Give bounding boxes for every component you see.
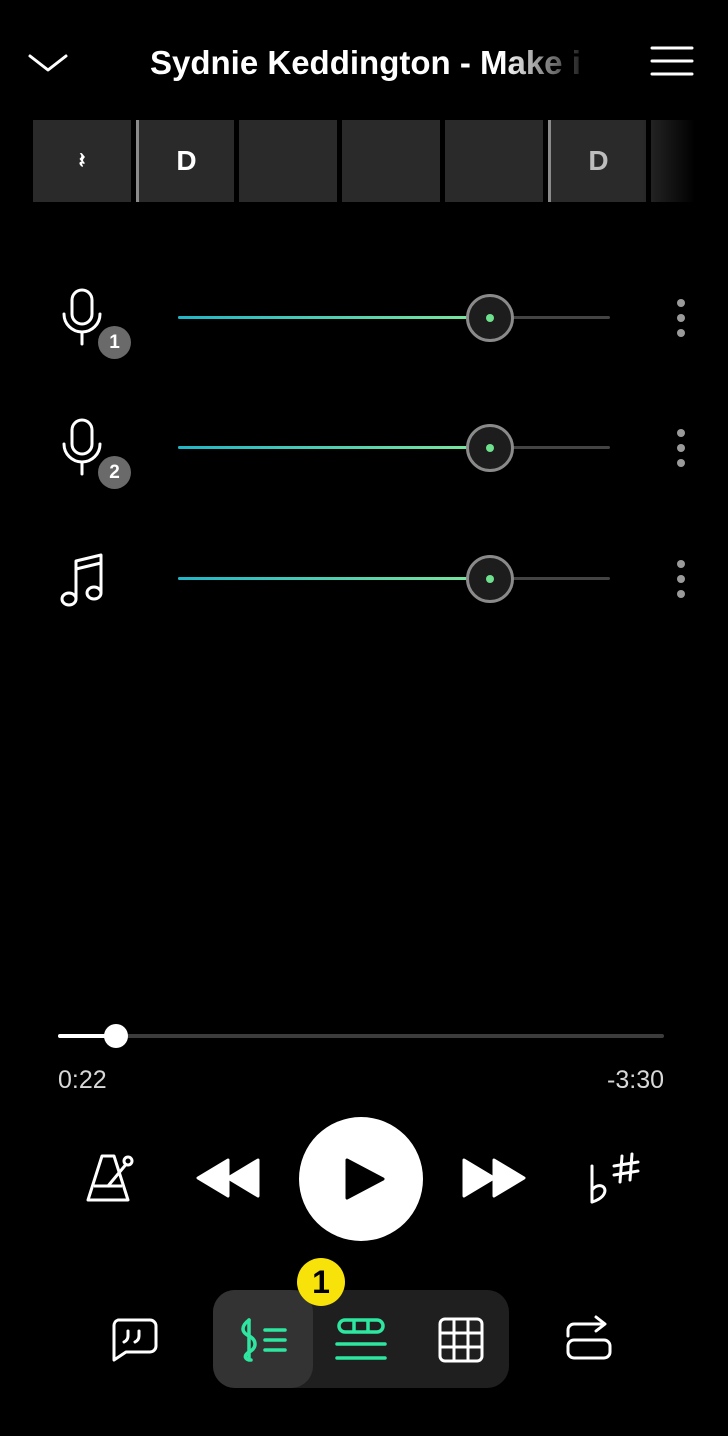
hamburger-menu-icon — [650, 46, 694, 76]
volume-slider-vocal-2[interactable] — [178, 423, 610, 473]
track-icon-music — [56, 547, 110, 611]
track-number-badge: 2 — [98, 456, 131, 489]
flat-sharp-icon — [590, 1152, 640, 1204]
slider-fill — [178, 577, 490, 580]
view-mode-selector — [213, 1290, 509, 1388]
chord-cell[interactable] — [651, 120, 695, 202]
rewind-button[interactable] — [196, 1156, 260, 1200]
metronome-button[interactable] — [84, 1152, 136, 1204]
track-options-button[interactable] — [666, 426, 696, 470]
chord-cell[interactable]: D — [136, 120, 234, 202]
song-title: Sydnie Keddington - Make it to Me — [150, 44, 580, 81]
chord-cell[interactable] — [239, 120, 337, 202]
grid-view-icon — [438, 1317, 484, 1363]
track-options-button[interactable] — [666, 296, 696, 340]
play-button[interactable] — [299, 1117, 423, 1241]
more-vertical-icon — [677, 299, 685, 337]
play-icon — [345, 1158, 385, 1200]
track-number-badge: 1 — [98, 326, 131, 359]
chord-strip[interactable]: 𝄽 D D — [33, 120, 695, 202]
metronome-icon — [86, 1154, 134, 1202]
slider-knob[interactable] — [466, 555, 515, 603]
fast-forward-icon — [462, 1158, 526, 1198]
more-vertical-icon — [677, 429, 685, 467]
rewind-icon — [196, 1158, 260, 1198]
tutorial-callout-badge: 1 — [297, 1258, 345, 1306]
bars-view-icon — [335, 1318, 387, 1360]
view-bars-button[interactable] — [333, 1316, 389, 1364]
elapsed-time: 0:22 — [58, 1066, 107, 1094]
lyrics-button[interactable] — [108, 1316, 160, 1364]
loop-icon — [566, 1315, 612, 1360]
chord-cell[interactable] — [342, 120, 440, 202]
quote-bubble-icon — [112, 1318, 158, 1362]
progress-knob[interactable] — [103, 1024, 128, 1048]
collapse-button[interactable] — [26, 48, 70, 78]
slider-knob[interactable] — [466, 294, 515, 342]
view-chords-button[interactable] — [213, 1290, 313, 1388]
volume-slider-vocal-1[interactable] — [178, 293, 610, 343]
mixer-row-vocal-1: 1 — [0, 268, 728, 368]
chevron-down-icon — [28, 54, 68, 72]
chord-cell[interactable] — [445, 120, 543, 202]
fast-forward-button[interactable] — [462, 1156, 526, 1200]
transpose-button[interactable] — [584, 1152, 644, 1208]
mixer-row-vocal-2: 2 — [0, 398, 728, 498]
track-options-button[interactable] — [666, 557, 696, 601]
loop-button[interactable] — [562, 1314, 616, 1364]
slider-knob[interactable] — [466, 424, 515, 472]
slider-fill — [178, 446, 490, 449]
more-vertical-icon — [677, 560, 685, 598]
remaining-time: -3:30 — [607, 1066, 664, 1094]
menu-button[interactable] — [650, 44, 694, 78]
chord-cell[interactable]: 𝄽 — [33, 120, 131, 202]
volume-slider-music[interactable] — [178, 554, 610, 604]
view-grid-button[interactable] — [433, 1316, 489, 1364]
mixer-row-music — [0, 529, 728, 629]
playback-progress-slider[interactable] — [58, 1022, 664, 1050]
chord-list-icon — [241, 1318, 287, 1362]
music-note-icon — [60, 553, 103, 607]
chord-cell[interactable]: D — [548, 120, 646, 202]
progress-track — [58, 1034, 664, 1038]
slider-fill — [178, 316, 490, 319]
